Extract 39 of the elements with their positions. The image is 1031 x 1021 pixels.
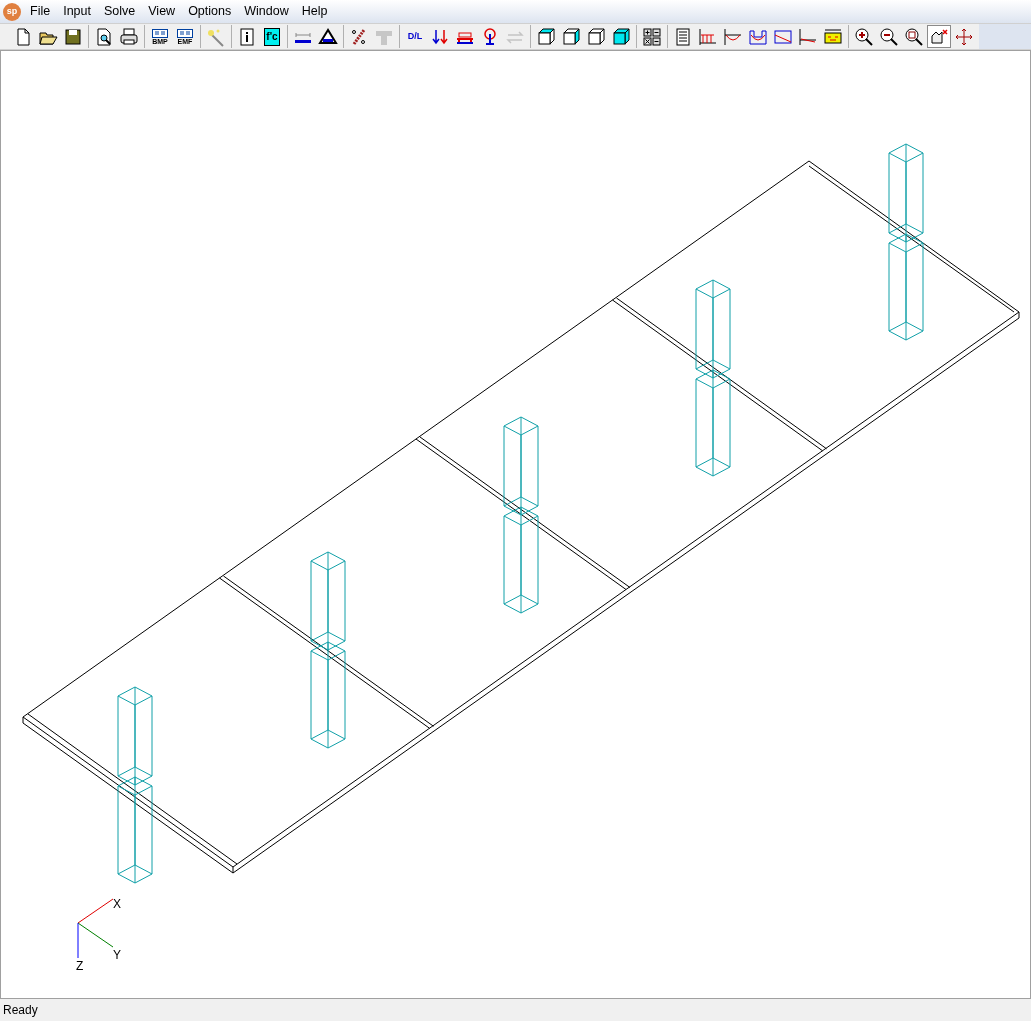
zoom-in-icon xyxy=(854,26,874,47)
diagram-icon xyxy=(823,26,843,47)
menu-item[interactable]: Input xyxy=(57,1,97,22)
toolbar-button[interactable] xyxy=(927,25,951,48)
toolbar-button[interactable] xyxy=(117,25,141,48)
cube-icon xyxy=(561,26,581,47)
menu-item[interactable]: Window xyxy=(238,1,295,22)
status-text: Ready xyxy=(3,1002,38,1019)
axis-label: Z xyxy=(76,960,84,972)
menu-item[interactable]: View xyxy=(142,1,182,22)
menu-item[interactable]: Options xyxy=(182,1,238,22)
table-icon xyxy=(673,26,693,47)
save-icon xyxy=(63,26,83,47)
axis-triad-drawing xyxy=(77,898,114,959)
document-icon xyxy=(152,28,168,38)
diagram-icon xyxy=(698,26,718,47)
app-logo: sp xyxy=(3,2,21,21)
cube-icon xyxy=(586,26,606,47)
document-icon xyxy=(177,28,193,38)
calculator-icon xyxy=(642,26,662,47)
diagram-icon xyxy=(723,26,743,47)
menu-item[interactable]: File xyxy=(24,1,57,22)
cube-icon xyxy=(536,26,556,47)
cube-icon xyxy=(611,26,631,47)
print-preview-icon xyxy=(94,26,114,47)
menu-item[interactable]: Help xyxy=(295,1,334,22)
toolbar-button[interactable]: D/L xyxy=(403,25,427,48)
move-icon xyxy=(954,26,974,47)
zoom-out-icon xyxy=(879,26,899,47)
axis-label: X xyxy=(113,898,121,910)
support-icon xyxy=(318,26,338,47)
toolbar-button[interactable] xyxy=(640,25,664,48)
diagram-icon xyxy=(798,26,818,47)
menu-item[interactable]: Solve xyxy=(97,1,142,22)
print-icon xyxy=(119,26,139,47)
rotate-icon xyxy=(929,26,949,47)
info-icon xyxy=(237,26,257,47)
zoom-fit-icon xyxy=(904,26,924,47)
axis-label: Y xyxy=(113,949,121,961)
